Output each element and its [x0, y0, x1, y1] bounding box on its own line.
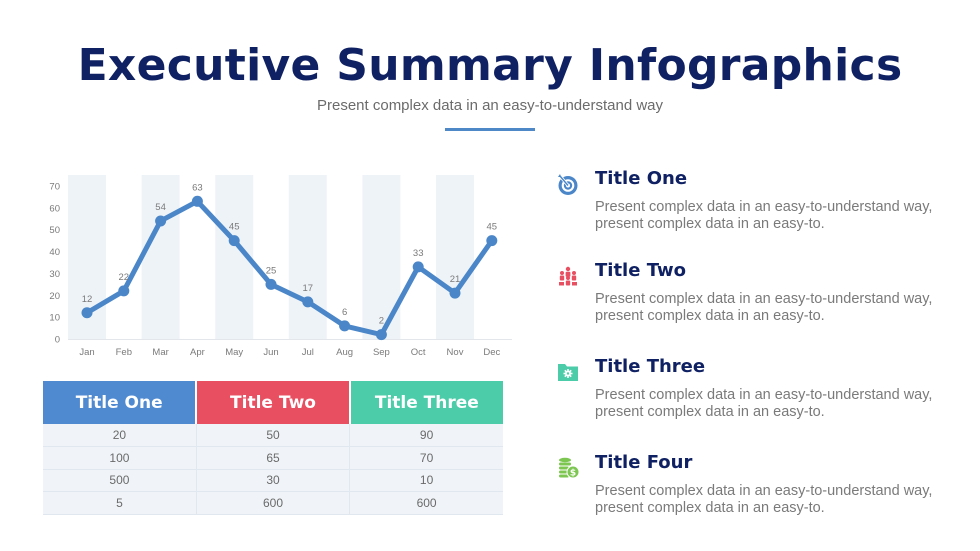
y-tick-label: 70	[49, 182, 60, 193]
y-tick-label: 50	[49, 225, 60, 236]
data-point	[302, 296, 314, 308]
column-band	[436, 175, 474, 339]
coins-dollar-icon: $	[559, 457, 580, 479]
table-header-title-three: Title Three	[349, 381, 503, 424]
table-cell: 90	[349, 424, 503, 447]
feature-description: Present complex data in an easy-to-under…	[595, 199, 933, 232]
feature-description: Present complex data in an easy-to-under…	[595, 483, 933, 516]
y-tick-labels: 0 10 20 30 40 50 60 70	[49, 182, 60, 346]
target-icon	[558, 174, 578, 195]
y-tick-label: 20	[49, 291, 60, 302]
data-point	[486, 235, 498, 247]
data-table: Title One Title Two Title Three 20 50 90…	[43, 381, 503, 515]
data-point	[375, 329, 387, 341]
data-label: 17	[303, 283, 314, 294]
folder-gear-icon	[558, 364, 578, 381]
table-cell: 20	[43, 424, 197, 447]
data-point	[81, 307, 93, 319]
data-point	[228, 235, 240, 247]
data-point	[412, 261, 424, 273]
x-tick-label: Sep	[373, 347, 390, 358]
table-cell: 100	[43, 446, 197, 470]
data-label: 45	[229, 222, 240, 233]
table-cell: 30	[196, 469, 351, 492]
data-label: 2	[379, 316, 384, 327]
column-band	[141, 175, 180, 339]
data-label: 21	[450, 274, 461, 285]
y-tick-label: 40	[49, 247, 60, 258]
table-row: 500 30 10	[43, 469, 503, 492]
x-tick-label: Nov	[447, 347, 464, 358]
data-point	[118, 285, 130, 297]
data-point	[449, 287, 461, 299]
x-tick-label: Dec	[483, 347, 500, 358]
table-cell: 10	[349, 469, 503, 492]
data-label: 63	[192, 182, 203, 193]
table-row: 100 65 70	[43, 446, 503, 470]
data-point	[265, 278, 277, 290]
feature-description: Present complex data in an easy-to-under…	[595, 291, 933, 324]
table-row: 20 50 90	[43, 424, 503, 447]
x-tick-label: Mar	[152, 347, 168, 358]
table-cell: 65	[196, 446, 351, 470]
svg-text:$: $	[570, 469, 576, 479]
table-cell: 600	[349, 491, 503, 515]
y-tick-label: 60	[49, 203, 60, 214]
data-label: 45	[487, 222, 498, 233]
data-label: 25	[266, 265, 277, 276]
column-band	[288, 175, 327, 339]
x-tick-label: Aug	[336, 347, 353, 358]
data-label: 54	[155, 202, 166, 213]
x-tick-label: Feb	[116, 347, 132, 358]
x-tick-label: Apr	[190, 347, 205, 358]
table-header-title-two: Title Two	[196, 381, 351, 424]
table-cell: 70	[349, 446, 503, 470]
x-tick-label: Jul	[302, 347, 314, 358]
feature-title: Title One	[595, 168, 688, 189]
data-point	[155, 215, 167, 227]
feature-description: Present complex data in an easy-to-under…	[595, 387, 933, 420]
team-icon	[559, 266, 577, 286]
x-tick-label: Jan	[79, 347, 94, 358]
table-cell: 600	[196, 491, 351, 515]
x-tick-label: Oct	[411, 347, 426, 358]
x-tick-labels: Jan Feb Mar Apr May Jun Jul Aug Sep Oct Nov Dec	[79, 347, 500, 358]
table-cell: 50	[196, 424, 351, 447]
data-label: 12	[82, 294, 93, 305]
y-tick-label: 0	[55, 335, 60, 346]
table-header-title-one: Title One	[43, 381, 198, 424]
y-tick-label: 10	[49, 313, 60, 324]
data-label: 6	[342, 307, 347, 318]
y-tick-label: 30	[49, 269, 60, 280]
table-cell: 500	[43, 469, 197, 492]
data-label: 33	[413, 248, 424, 259]
table-header-row: Title One Title Two Title Three	[43, 381, 503, 424]
feature-title: Title Three	[595, 356, 706, 377]
table-row: 5 600 600	[43, 491, 503, 515]
x-tick-label: Jun	[263, 347, 278, 358]
feature-title: Title Two	[595, 260, 686, 281]
table-cell: 5	[43, 491, 197, 515]
x-tick-label: May	[225, 347, 243, 358]
data-point	[191, 195, 203, 207]
feature-title: Title Four	[595, 452, 693, 473]
data-label: 22	[119, 272, 130, 283]
data-point	[339, 320, 351, 332]
